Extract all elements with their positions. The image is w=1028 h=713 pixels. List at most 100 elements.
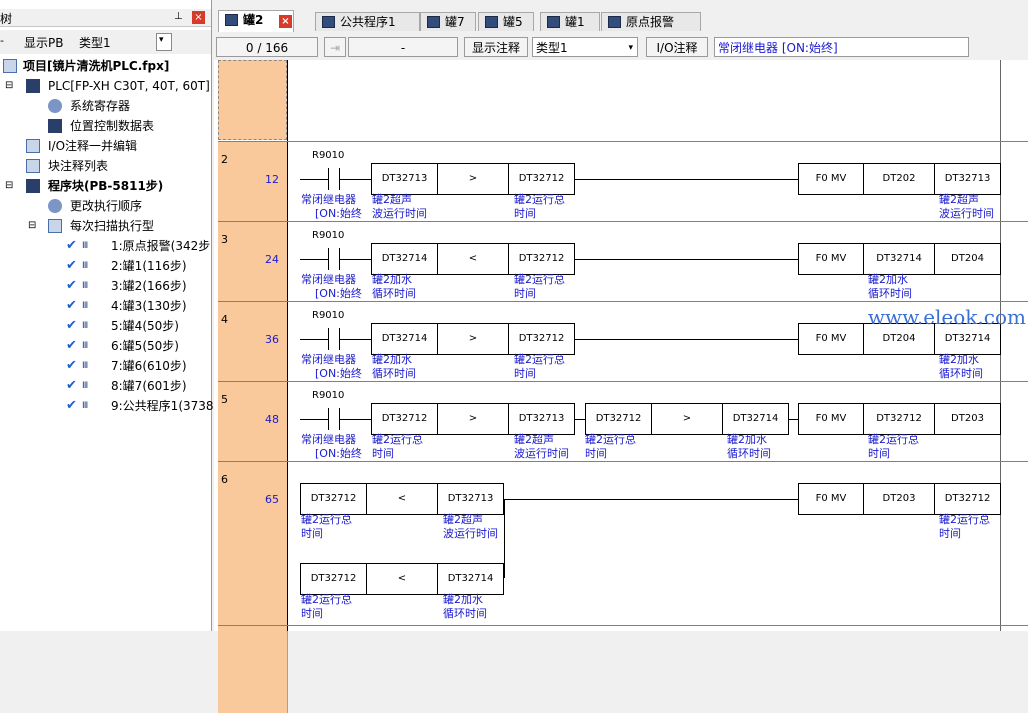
tab-label: 罐1 <box>565 15 585 29</box>
contact-comment: 常闭继电器 <box>301 273 356 286</box>
expander-icon[interactable]: ⊟ <box>5 176 13 196</box>
io-comment-button[interactable]: I/O注释 <box>646 37 708 57</box>
display-pb-label[interactable]: 显示PB <box>24 34 63 51</box>
tree-item-label: 更改执行顺序 <box>70 199 143 213</box>
mv-source[interactable]: DT202 <box>863 163 935 195</box>
cmp-operand[interactable]: DT32712 <box>585 403 652 435</box>
expander-icon[interactable]: ⊟ <box>28 216 36 236</box>
operand-comment: 时间 <box>514 367 536 380</box>
tab-origin-alarm[interactable]: 原点报警 <box>601 12 701 31</box>
mv-instruction[interactable]: F0 MV <box>798 243 864 275</box>
ladder-icon <box>608 16 621 28</box>
cmp-operator[interactable]: < <box>366 563 438 595</box>
mv-source[interactable]: DT203 <box>863 483 935 515</box>
collapse-icon[interactable]: - <box>0 34 4 47</box>
cmp-operand[interactable]: DT32714 <box>437 563 504 595</box>
cmp-operand[interactable]: DT32712 <box>508 243 575 275</box>
operand-comment: 罐2运行总 <box>585 433 636 446</box>
mv-dest[interactable]: DT203 <box>934 403 1001 435</box>
nc-contact[interactable] <box>328 248 340 270</box>
nc-contact[interactable] <box>328 408 340 430</box>
cmp-operand[interactable]: DT32712 <box>300 563 367 595</box>
check-icon: ✔ <box>66 398 77 413</box>
mv-source[interactable]: DT32712 <box>863 403 935 435</box>
cmp-operand[interactable]: DT32713 <box>508 403 575 435</box>
cmp-operand[interactable]: DT32714 <box>722 403 789 435</box>
step-position: 0 / 166 <box>216 37 318 57</box>
cmp-operator[interactable]: < <box>437 243 509 275</box>
cmp-operand[interactable]: DT32712 <box>300 483 367 515</box>
ladder-icon: Ⅲ <box>82 341 89 351</box>
operand-comment: 时间 <box>301 527 323 540</box>
tab-common-program[interactable]: 公共程序1 <box>315 12 420 31</box>
tree-panel: 树 ⊥ × - 显示PB 类型1 ▾ 项目[镜片清洗机PLC.fpx] ⊟ PL… <box>0 0 214 631</box>
contact-comment: 常闭继电器 <box>301 353 356 366</box>
tab-label: 公共程序1 <box>340 15 396 29</box>
mv-dest[interactable]: DT32713 <box>934 163 1001 195</box>
row-separator <box>218 221 1028 222</box>
operand-comment: 循环时间 <box>372 367 416 380</box>
cmp-operand[interactable]: DT32712 <box>508 323 575 355</box>
tab-label: 原点报警 <box>626 15 675 29</box>
ladder-editor[interactable]: 2 12 R9010 常闭继电器 [ON:始终 DT32713 > DT3271… <box>214 60 1028 713</box>
operand-comment: 罐2运行总 <box>939 513 990 526</box>
cmp-operator[interactable]: > <box>437 323 509 355</box>
type-dropdown[interactable]: ▾ <box>156 33 172 51</box>
mv-dest[interactable]: DT204 <box>934 243 1001 275</box>
tree-item-label: 5:罐4(50步) <box>111 319 179 333</box>
operand-comment: 罐2加水 <box>868 273 908 286</box>
operand-comment: 时间 <box>585 447 607 460</box>
tree-item-label: 4:罐3(130步) <box>111 299 187 313</box>
nc-contact[interactable] <box>328 168 340 190</box>
mv-instruction[interactable]: F0 MV <box>798 483 864 515</box>
cmp-operand[interactable]: DT32713 <box>371 163 438 195</box>
step-number: 12 <box>265 173 279 186</box>
cmp-operator[interactable]: > <box>651 403 723 435</box>
operand-comment: 罐2超声 <box>514 433 554 446</box>
expander-icon[interactable]: ⊟ <box>5 76 13 96</box>
operand-comment: 罐2加水 <box>372 273 412 286</box>
step-number: 65 <box>265 493 279 506</box>
cmp-operand[interactable]: DT32712 <box>508 163 575 195</box>
mv-instruction[interactable]: F0 MV <box>798 403 864 435</box>
operand-comment: 罐2超声 <box>939 193 979 206</box>
contact-label: R9010 <box>312 310 345 321</box>
tab-tank1[interactable]: 罐1 <box>540 12 600 31</box>
ladder-icon <box>225 14 238 26</box>
mv-source[interactable]: DT32714 <box>863 243 935 275</box>
pin-icon[interactable]: ⊥ <box>174 11 183 22</box>
check-icon: ✔ <box>66 298 77 313</box>
contact-label: R9010 <box>312 150 345 161</box>
rung-number: 6 <box>221 473 228 486</box>
mv-instruction[interactable]: F0 MV <box>798 323 864 355</box>
gear-icon <box>48 199 62 213</box>
operand-comment: 循环时间 <box>443 607 487 620</box>
cmp-operator[interactable]: > <box>437 163 509 195</box>
step-number: 48 <box>265 413 279 426</box>
power-rail <box>287 60 288 631</box>
operand-comment: 罐2运行总 <box>372 433 423 446</box>
type-select[interactable]: 类型1 ▾ <box>532 37 638 57</box>
row-separator <box>218 301 1028 302</box>
wire <box>575 259 798 260</box>
cmp-operand[interactable]: DT32712 <box>371 403 438 435</box>
nc-contact[interactable] <box>328 328 340 350</box>
close-tab-icon[interactable]: × <box>279 15 292 28</box>
cmp-operator[interactable]: > <box>437 403 509 435</box>
goto-icon[interactable]: ⇥ <box>324 37 346 57</box>
cmp-operand[interactable]: DT32714 <box>371 243 438 275</box>
cmp-operator[interactable]: < <box>366 483 438 515</box>
tab-tank2[interactable]: 罐2 × <box>218 10 294 32</box>
show-comment-button[interactable]: 显示注释 <box>464 37 528 57</box>
close-icon[interactable]: × <box>192 11 205 24</box>
mv-instruction[interactable]: F0 MV <box>798 163 864 195</box>
mv-dest[interactable]: DT32712 <box>934 483 1001 515</box>
tab-tank7[interactable]: 罐7 <box>420 12 476 31</box>
ladder-icon: Ⅲ <box>82 381 89 391</box>
tab-tank5[interactable]: 罐5 <box>478 12 534 31</box>
tab-label: 罐7 <box>445 15 465 29</box>
operand-comment: 时间 <box>868 447 890 460</box>
cmp-operand[interactable]: DT32713 <box>437 483 504 515</box>
cmp-operand[interactable]: DT32714 <box>371 323 438 355</box>
tab-label: 罐2 <box>243 13 264 27</box>
